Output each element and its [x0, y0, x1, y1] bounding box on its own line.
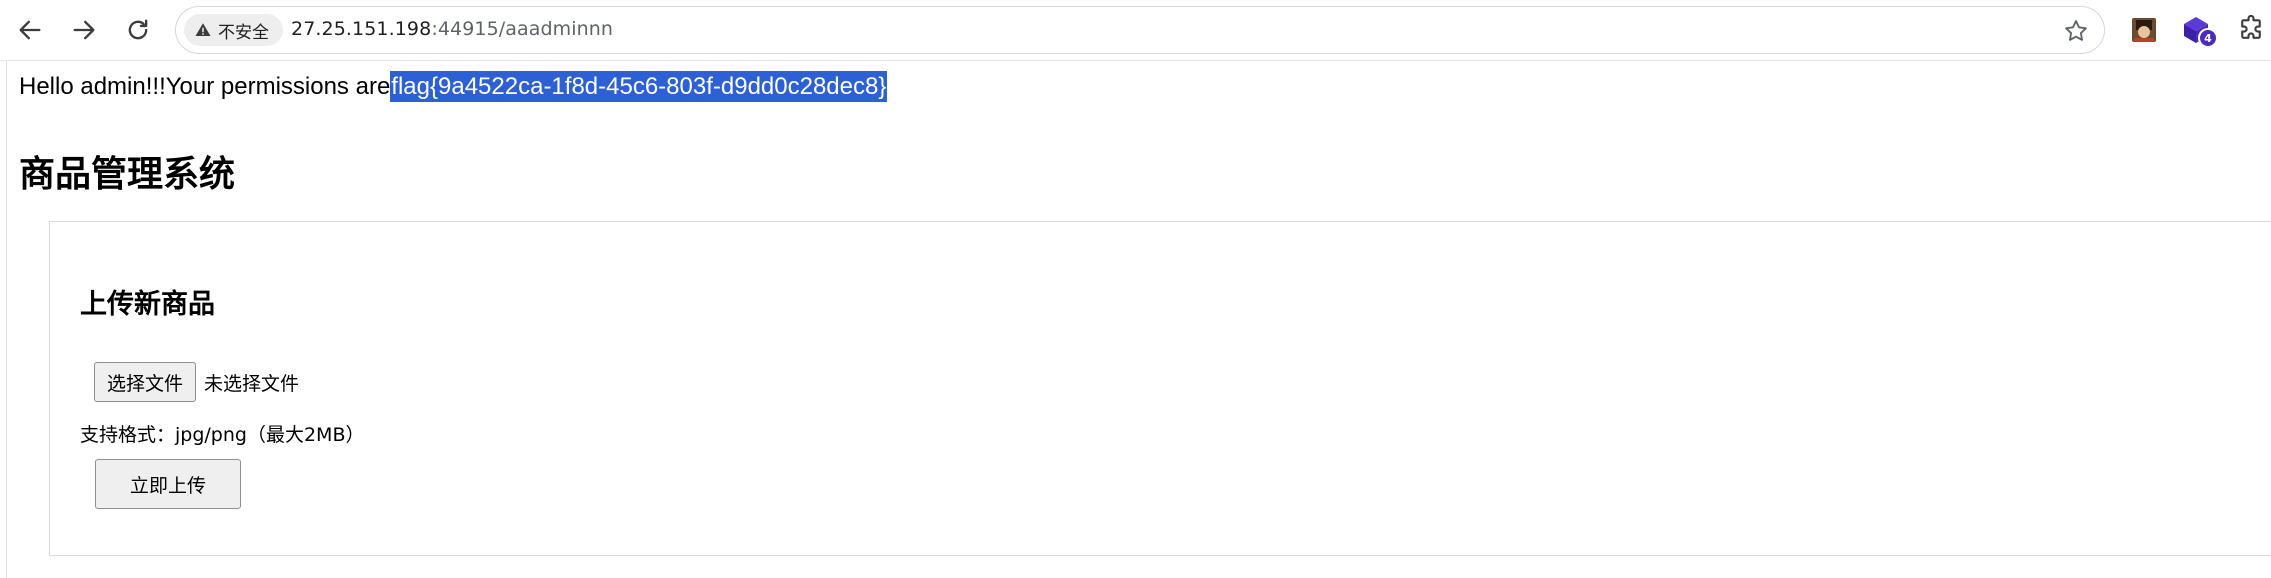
- url-text[interactable]: 27.25.151.198:44915/aaadminnn: [291, 18, 613, 40]
- page-content: Hello admin!!!Your permissions areflag{9…: [6, 61, 2271, 578]
- upload-heading: 上传新商品: [80, 289, 215, 320]
- flag-text-selected[interactable]: flag{9a4522ca-1f8d-45c6-803f-d9dd0c28dec…: [390, 71, 888, 102]
- extension-badge-count: 4: [2198, 28, 2218, 48]
- upload-panel: 上传新商品 选择文件 未选择文件 支持格式：jpg/png（最大2MB） 立即上…: [49, 221, 2271, 556]
- extension-avatar-icon[interactable]: [2128, 14, 2160, 46]
- reload-icon: [128, 19, 148, 40]
- reload-button[interactable]: [118, 10, 158, 50]
- url-path: :44915/aaadminnn: [431, 18, 614, 40]
- url-host: 27.25.151.198: [291, 18, 432, 40]
- back-button[interactable]: [10, 10, 50, 50]
- forward-button[interactable]: [64, 10, 104, 50]
- file-input: 选择文件 未选择文件: [94, 362, 299, 402]
- address-bar[interactable]: 不安全 27.25.151.198:44915/aaadminnn: [175, 6, 2105, 54]
- arrow-left-icon: [19, 20, 41, 40]
- security-label: 不安全: [218, 22, 269, 43]
- bookmark-star-icon[interactable]: [2062, 17, 2090, 45]
- greeting-text: Hello admin!!!Your permissions are: [19, 73, 391, 100]
- arrow-right-icon: [73, 20, 95, 40]
- browser-toolbar: 不安全 27.25.151.198:44915/aaadminnn 4: [0, 0, 2271, 61]
- choose-file-button[interactable]: 选择文件: [94, 362, 197, 402]
- security-indicator[interactable]: 不安全: [184, 14, 283, 46]
- upload-submit-button[interactable]: 立即上传: [95, 459, 241, 509]
- extensions-puzzle-icon[interactable]: [2236, 14, 2268, 46]
- extension-cube-icon[interactable]: 4: [2182, 14, 2218, 48]
- greeting-line: Hello admin!!!Your permissions areflag{9…: [19, 71, 888, 102]
- file-status-text: 未选择文件: [204, 372, 300, 395]
- format-hint: 支持格式：jpg/png（最大2MB）: [80, 424, 365, 446]
- warning-icon: [195, 23, 211, 36]
- page-title: 商品管理系统: [19, 154, 236, 195]
